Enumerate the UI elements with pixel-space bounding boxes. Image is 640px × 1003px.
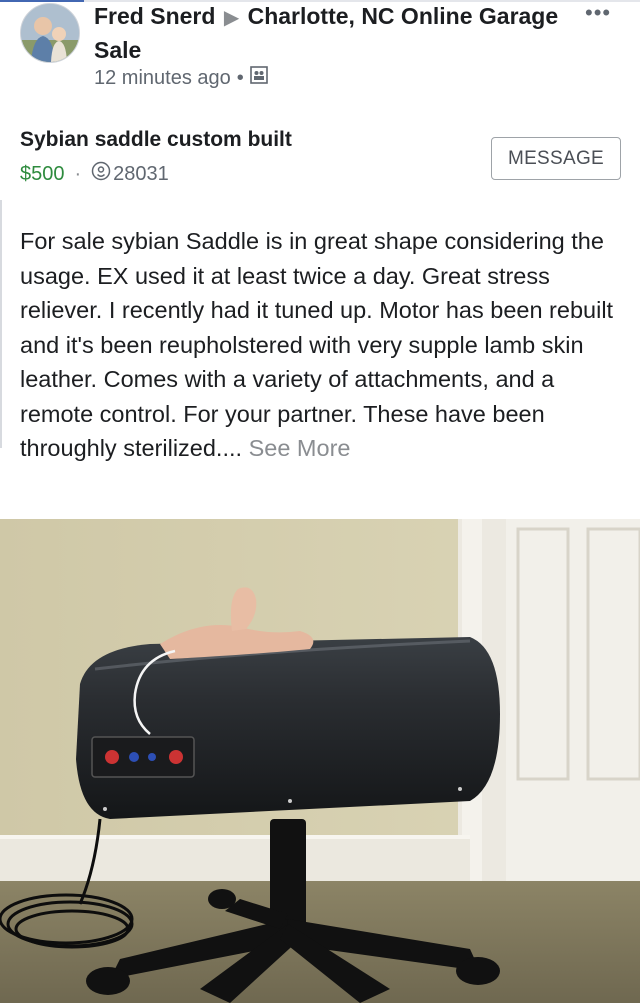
location-pin-icon	[91, 161, 113, 187]
post-header: Fred Snerd ▶ Charlotte, NC Online Garage…	[94, 0, 564, 66]
listing-location: 28031	[91, 161, 169, 187]
timestamp[interactable]: 12 minutes ago	[94, 67, 231, 90]
price-separator: ·	[74, 162, 82, 185]
group-icon	[249, 66, 268, 90]
listing-description: For sale sybian Saddle is in great shape…	[20, 224, 632, 466]
more-options-icon[interactable]: •••	[585, 0, 611, 26]
listing-zip: 28031	[113, 162, 169, 185]
share-arrow-icon: ▶	[223, 7, 240, 29]
avatar[interactable]	[20, 3, 80, 63]
author-name[interactable]: Fred Snerd	[94, 3, 215, 29]
listing-photo[interactable]	[0, 519, 640, 1003]
listing-title: Sybian saddle custom built	[20, 128, 292, 151]
post-meta: 12 minutes ago •	[94, 66, 268, 90]
listing-price: $500	[20, 162, 65, 185]
listing-price-row: $500 · 28031	[20, 161, 169, 187]
description-text: For sale sybian Saddle is in great shape…	[20, 228, 614, 461]
message-button[interactable]: MESSAGE	[491, 137, 621, 180]
meta-separator: •	[236, 66, 244, 89]
see-more-link[interactable]: See More	[249, 435, 351, 461]
left-edge-bar	[0, 200, 2, 448]
